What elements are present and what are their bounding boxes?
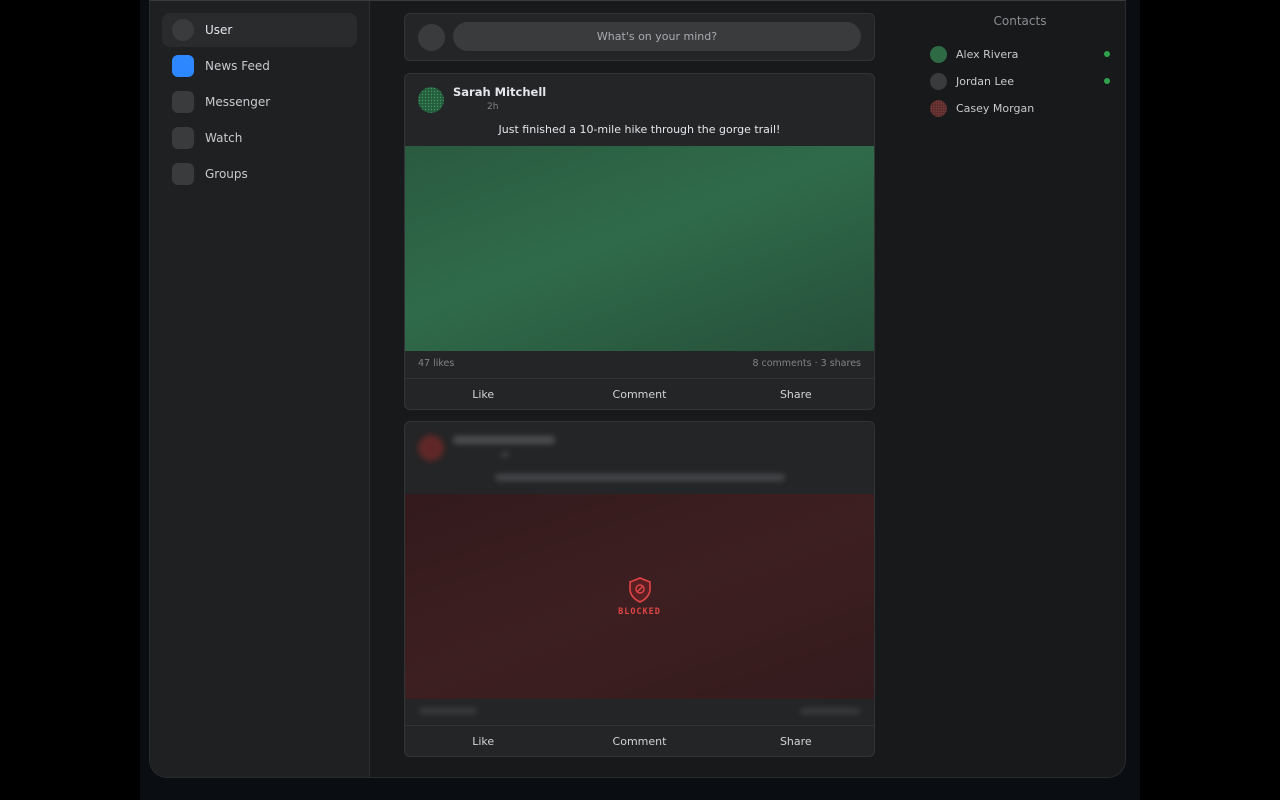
- avatar: [930, 72, 947, 90]
- contact-name: Jordan Lee: [956, 74, 1014, 88]
- avatar: [930, 45, 947, 63]
- contacts-title: Contacts: [993, 14, 1047, 28]
- likes-count[interactable]: 47 likes: [418, 358, 454, 369]
- sidebar-item-label: Watch: [205, 131, 243, 145]
- avatar: [418, 87, 444, 113]
- sidebar-item-groups[interactable]: Groups: [162, 157, 357, 191]
- sidebar-item-news-feed[interactable]: News Feed: [162, 49, 357, 83]
- sidebar-item-label: User: [205, 23, 233, 37]
- avatar: [930, 99, 947, 117]
- avatar-icon: [172, 19, 194, 41]
- online-status-dot: [1104, 51, 1110, 57]
- left-sidebar: User News Feed Messenger Watch Groups: [150, 1, 370, 777]
- blurred-author: [453, 436, 555, 444]
- post-author[interactable]: Sarah Mitchell: [453, 85, 546, 99]
- sidebar-item-label: Groups: [205, 167, 248, 181]
- comments-shares-count[interactable]: 8 comments · 3 shares: [752, 358, 861, 369]
- comment-button[interactable]: Comment: [561, 379, 717, 409]
- contact-name: Alex Rivera: [956, 47, 1019, 61]
- post-timestamp: 2h: [487, 102, 499, 112]
- share-button[interactable]: Share: [718, 726, 874, 756]
- blocked-overlay: BLOCKED: [405, 494, 874, 699]
- avatar: [418, 435, 444, 461]
- blurred-likes: [419, 708, 477, 714]
- blocked-label: BLOCKED: [618, 606, 661, 617]
- post-composer: What's on your mind?: [404, 13, 875, 61]
- app-window: User News Feed Messenger Watch Groups Wh…: [149, 0, 1126, 778]
- avatar: [418, 24, 445, 51]
- comment-button[interactable]: Comment: [561, 726, 717, 756]
- blurred-comments: [800, 708, 860, 714]
- sidebar-item-label: News Feed: [205, 59, 270, 73]
- contact-item[interactable]: Casey Morgan: [930, 98, 1110, 118]
- blurred-timestamp: [501, 452, 509, 457]
- blurred-text: [495, 474, 785, 481]
- sidebar-item-messenger[interactable]: Messenger: [162, 85, 357, 119]
- like-button[interactable]: Like: [405, 726, 561, 756]
- blocked-shield-icon: [628, 576, 651, 603]
- post-image[interactable]: [405, 146, 874, 351]
- blocked-post: BLOCKED Like Comment Share: [404, 421, 875, 757]
- news-feed-icon: [172, 55, 194, 77]
- contact-item[interactable]: Jordan Lee: [930, 71, 1110, 91]
- post-text: Just finished a 10-mile hike through the…: [498, 123, 781, 136]
- groups-icon: [172, 163, 194, 185]
- online-status-dot: [1104, 78, 1110, 84]
- sidebar-item-user[interactable]: User: [162, 13, 357, 47]
- share-button[interactable]: Share: [718, 379, 874, 409]
- contact-item[interactable]: Alex Rivera: [930, 44, 1110, 64]
- watch-icon: [172, 127, 194, 149]
- feed-post: Sarah Mitchell 2h Just finished a 10-mil…: [404, 73, 875, 410]
- sidebar-item-label: Messenger: [205, 95, 271, 109]
- post-stats: 47 likes 8 comments · 3 shares: [418, 358, 861, 369]
- like-button[interactable]: Like: [405, 379, 561, 409]
- post-actions: Like Comment Share: [405, 378, 874, 409]
- sidebar-item-watch[interactable]: Watch: [162, 121, 357, 155]
- composer-input[interactable]: What's on your mind?: [453, 22, 861, 51]
- post-actions: Like Comment Share: [405, 725, 874, 756]
- messenger-icon: [172, 91, 194, 113]
- contact-name: Casey Morgan: [956, 101, 1035, 115]
- blocked-media: BLOCKED: [405, 494, 874, 699]
